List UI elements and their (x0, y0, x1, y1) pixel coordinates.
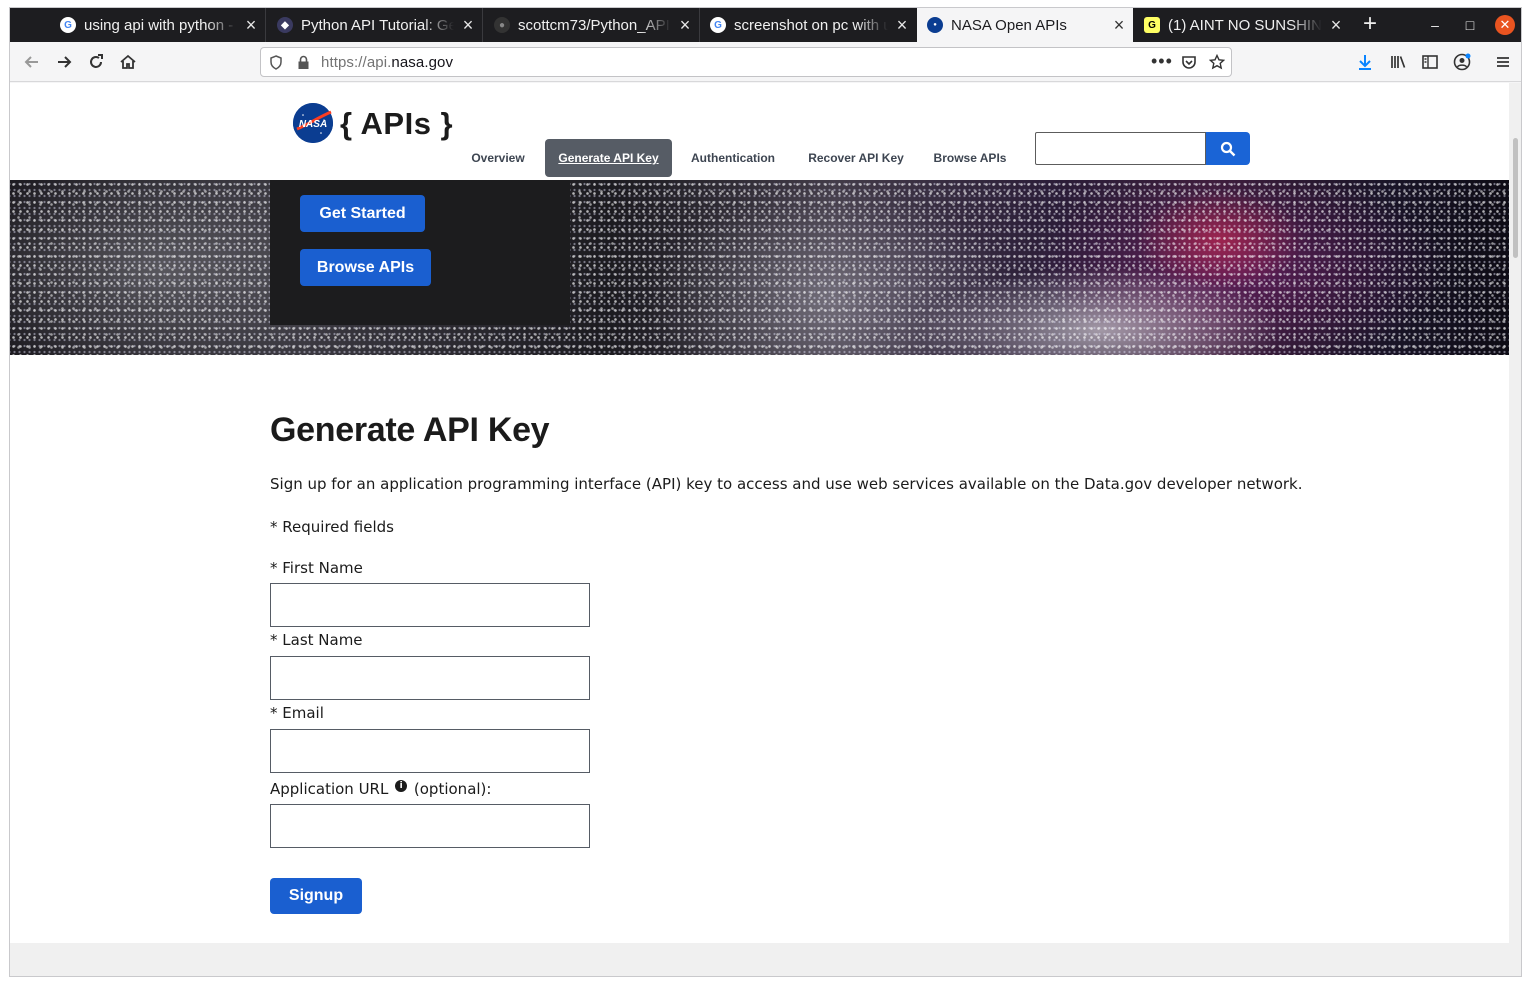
close-window-icon[interactable]: ✕ (1495, 15, 1515, 35)
hamburger-menu-icon (1497, 57, 1509, 67)
close-tab-icon[interactable]: × (671, 15, 699, 36)
tab-title: using api with python - (84, 16, 234, 34)
new-tab-button[interactable]: + (1354, 8, 1386, 42)
hero-banner (10, 180, 1509, 355)
account-button[interactable] (1448, 48, 1476, 76)
sidebar-icon (1422, 55, 1438, 69)
page-title: Generate API Key (270, 411, 550, 449)
menu-button[interactable] (1489, 48, 1517, 76)
nav-authentication[interactable]: Authentication (683, 139, 783, 177)
first-name-field[interactable] (270, 583, 590, 627)
nav-generate-api-key[interactable]: Generate API Key (545, 139, 672, 177)
get-started-button[interactable]: Get Started (300, 195, 425, 232)
url-bar[interactable]: https://api.nasa.gov ••• (260, 47, 1232, 77)
browser-window: G using api with python - × ◆ Python API… (9, 7, 1522, 977)
home-icon (120, 54, 136, 69)
optional-text: (optional): (413, 780, 492, 798)
hero-panel: Get Started Browse APIs (270, 180, 570, 325)
first-name-label: * First Name (270, 559, 363, 577)
url-text: https://api.nasa.gov (321, 54, 453, 71)
url-prefix: https://api. (321, 54, 392, 71)
nav-recover-api-key[interactable]: Recover API Key (800, 139, 912, 177)
pocket-icon[interactable] (1181, 55, 1197, 70)
tab-github[interactable]: ● scottcm73/Python_API × (484, 8, 700, 42)
forward-arrow-icon (58, 56, 72, 68)
email-field[interactable] (270, 729, 590, 773)
url-domain: nasa.gov (391, 54, 454, 71)
tab-title: Python API Tutorial: Ge (301, 16, 454, 34)
navigation-toolbar: https://api.nasa.gov ••• (10, 42, 1521, 82)
tab-title: screenshot on pc with u (734, 16, 888, 34)
maximize-icon[interactable]: □ (1460, 15, 1480, 35)
hero-starfield (10, 180, 1509, 355)
download-arrow-icon (1359, 55, 1371, 70)
tab-google-search[interactable]: G using api with python - × (50, 8, 266, 42)
search-icon (1220, 141, 1236, 156)
scrollbar-thumb[interactable] (1513, 138, 1518, 258)
tab-dataquest[interactable]: ◆ Python API Tutorial: Ge × (267, 8, 483, 42)
tab-title: scottcm73/Python_API (518, 16, 670, 34)
browse-apis-button[interactable]: Browse APIs (300, 249, 431, 286)
application-url-label: Application URL i (optional): (270, 780, 491, 798)
site-logo-text[interactable]: { APIs } (340, 106, 453, 142)
back-arrow-icon (24, 56, 38, 68)
bookmark-star-icon[interactable] (1209, 54, 1225, 70)
info-icon[interactable]: i (395, 780, 408, 792)
home-button[interactable] (114, 48, 142, 76)
nasa-icon: ● (927, 17, 943, 33)
tab-nasa-open-apis[interactable]: ● NASA Open APIs × (917, 8, 1133, 42)
close-tab-icon[interactable]: × (1105, 15, 1133, 36)
search-input[interactable] (1035, 132, 1206, 165)
genius-icon: G (1144, 17, 1160, 33)
dataquest-icon: ◆ (277, 17, 293, 33)
intro-text: Sign up for an application programming i… (270, 475, 1303, 493)
minimize-icon[interactable]: – (1425, 15, 1445, 35)
forward-button[interactable] (50, 48, 78, 76)
signup-button[interactable]: Signup (270, 878, 362, 914)
last-name-field[interactable] (270, 656, 590, 700)
page-actions-icon[interactable]: ••• (1151, 51, 1173, 72)
account-icon (1453, 53, 1471, 71)
reload-button[interactable] (82, 48, 110, 76)
library-icon (1391, 56, 1406, 68)
nav-overview[interactable]: Overview (462, 139, 534, 177)
google-icon: G (60, 17, 76, 33)
sidebar-button[interactable] (1416, 48, 1444, 76)
application-url-label-text: Application URL (270, 780, 389, 798)
close-tab-icon[interactable]: × (454, 15, 482, 36)
nav-browse-apis[interactable]: Browse APIs (925, 139, 1015, 177)
tab-title: NASA Open APIs (951, 16, 1067, 34)
tab-google-screenshot[interactable]: G screenshot on pc with u × (700, 8, 916, 42)
svg-text:NASA: NASA (299, 119, 327, 130)
required-fields-note: * Required fields (270, 518, 394, 536)
library-button[interactable] (1384, 48, 1412, 76)
nasa-meatball-icon: NASA (293, 103, 333, 143)
shield-icon[interactable] (269, 55, 283, 70)
downloads-button[interactable] (1351, 48, 1379, 76)
tab-title: (1) AINT NO SUNSHINE (1168, 16, 1322, 34)
back-button[interactable] (18, 48, 46, 76)
google-icon: G (710, 17, 726, 33)
close-tab-icon[interactable]: × (888, 15, 916, 36)
tab-genius[interactable]: G (1) AINT NO SUNSHINE × (1134, 8, 1350, 42)
application-url-field[interactable] (270, 804, 590, 848)
reload-icon (90, 54, 103, 68)
page-footer-strip (10, 943, 1521, 976)
lock-icon (298, 55, 309, 69)
close-tab-icon[interactable]: × (1322, 15, 1350, 36)
tab-strip: G using api with python - × ◆ Python API… (10, 8, 1521, 42)
nasa-logo[interactable]: NASA (293, 103, 333, 143)
email-label: * Email (270, 704, 324, 722)
search-button[interactable] (1206, 132, 1250, 165)
close-tab-icon[interactable]: × (237, 15, 265, 36)
github-icon: ● (494, 17, 510, 33)
last-name-label: * Last Name (270, 631, 363, 649)
